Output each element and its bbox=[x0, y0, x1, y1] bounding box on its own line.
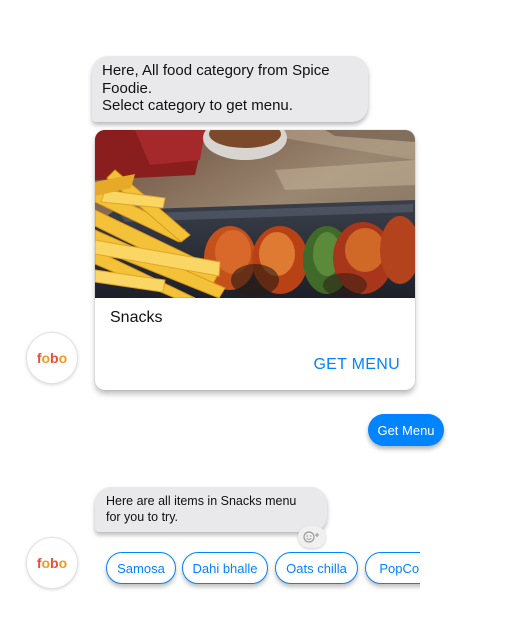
logo-letter: o bbox=[41, 555, 51, 571]
add-reaction-button[interactable] bbox=[298, 526, 326, 548]
bot-avatar: f o b o bbox=[26, 537, 78, 589]
message-line: Select category to get menu. bbox=[102, 97, 293, 114]
message-line: Here, All food category from Spice bbox=[102, 62, 330, 79]
logo-letter: o bbox=[58, 350, 68, 366]
bot-avatar: f o b o bbox=[26, 332, 78, 384]
message-line: Here are all items in Snacks menu bbox=[106, 494, 297, 508]
logo-letter: o bbox=[41, 350, 51, 366]
bot-message-items: Here are all items in Snacks menu for yo… bbox=[95, 487, 327, 532]
fobo-logo: f o b o bbox=[37, 350, 67, 366]
snacks-food-image bbox=[95, 130, 415, 298]
get-menu-button[interactable]: GET MENU bbox=[313, 356, 400, 374]
logo-letter: b bbox=[50, 350, 59, 366]
card-title: Snacks bbox=[110, 309, 163, 326]
fobo-logo: f o b o bbox=[37, 555, 67, 571]
category-card[interactable]: Snacks GET MENU bbox=[95, 130, 415, 390]
quick-reply-oats-chilla[interactable]: Oats chilla bbox=[275, 552, 358, 584]
chat-screen: Here, All food category from Spice Foodi… bbox=[0, 0, 514, 624]
bot-message-intro: Here, All food category from Spice Foodi… bbox=[92, 56, 368, 122]
message-line: Foodie. bbox=[102, 79, 153, 97]
message-line: for you to try. bbox=[106, 509, 179, 524]
quick-replies: Samosa Dahi bhalle Oats chilla PopCorn bbox=[100, 548, 420, 596]
quick-reply-samosa[interactable]: Samosa bbox=[106, 552, 176, 584]
logo-letter: b bbox=[50, 555, 59, 571]
user-message: Get Menu bbox=[368, 414, 444, 446]
smiley-add-icon bbox=[303, 531, 319, 543]
quick-reply-dahi-bhalle[interactable]: Dahi bhalle bbox=[182, 552, 268, 584]
quick-reply-popcorn[interactable]: PopCorn bbox=[365, 552, 420, 584]
logo-letter: o bbox=[58, 555, 68, 571]
